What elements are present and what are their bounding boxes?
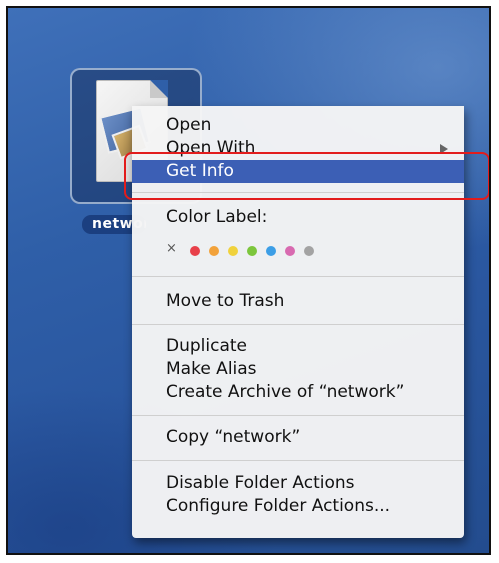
menu-item-move-to-trash[interactable]: Move to Trash — [132, 290, 464, 313]
menu-separator — [132, 460, 464, 461]
x-icon[interactable]: × — [166, 241, 177, 257]
color-swatch-gray[interactable] — [304, 246, 314, 256]
color-swatch-red[interactable] — [190, 246, 200, 256]
page-fold — [150, 80, 168, 98]
menu-item-create-archive[interactable]: Create Archive of “network” — [132, 381, 464, 404]
menu-separator — [132, 276, 464, 277]
color-swatch-yellow[interactable] — [228, 246, 238, 256]
desktop: network Open Open With Get Info Color La… — [6, 6, 491, 555]
menu-item-make-alias[interactable]: Make Alias — [132, 358, 464, 381]
color-swatch-green[interactable] — [247, 246, 257, 256]
menu-item-disable-folder-actions[interactable]: Disable Folder Actions — [132, 472, 464, 495]
menu-item-configure-folder-actions[interactable]: Configure Folder Actions... — [132, 495, 464, 518]
color-label-heading: Color Label: — [166, 207, 268, 227]
highlight-annotation — [124, 152, 489, 200]
color-swatch-purple[interactable] — [285, 246, 295, 256]
menu-separator — [132, 324, 464, 325]
menu-separator — [132, 415, 464, 416]
color-swatch-blue[interactable] — [266, 246, 276, 256]
color-swatch-orange[interactable] — [209, 246, 219, 256]
menu-item-duplicate[interactable]: Duplicate — [132, 335, 464, 358]
menu-item-open[interactable]: Open — [132, 114, 464, 137]
menu-item-copy[interactable]: Copy “network” — [132, 426, 464, 449]
